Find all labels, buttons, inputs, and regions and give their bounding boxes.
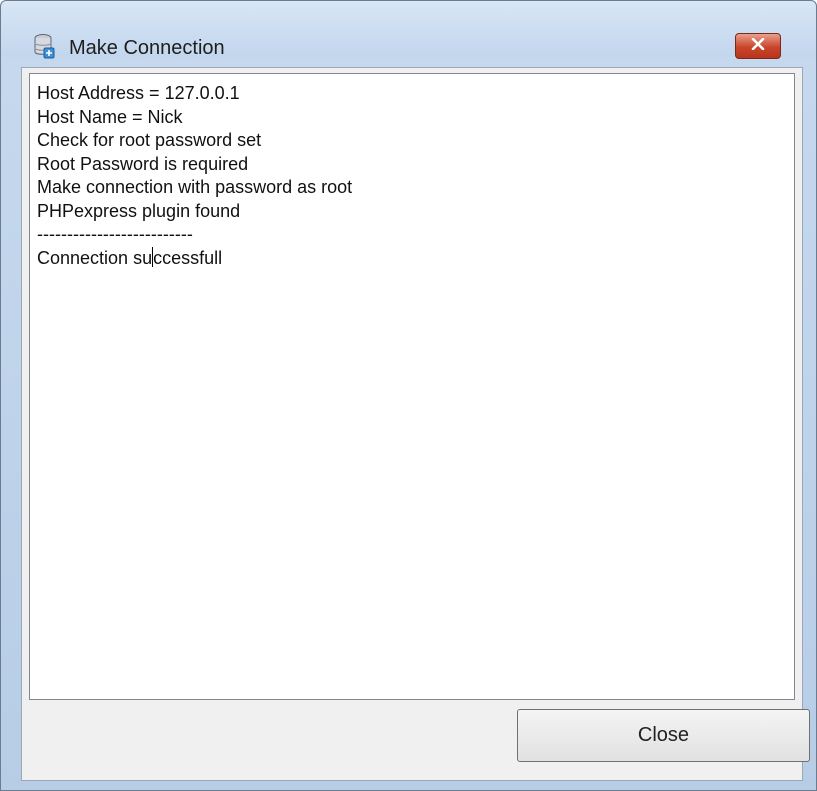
window-close-button[interactable] xyxy=(735,33,781,59)
text-caret xyxy=(152,246,154,267)
log-line-root-required: Root Password is required xyxy=(37,153,249,174)
dialog-client-area: Host Address = 127.0.0.1 Host Name = Nic… xyxy=(21,67,810,781)
log-line-host-name: Host Name = Nick xyxy=(37,106,183,127)
close-icon xyxy=(751,37,765,55)
log-line-separator: -------------------------- xyxy=(37,224,193,244)
log-line-make-connection: Make connection with password as root xyxy=(37,177,353,197)
title-bar[interactable]: Make Connection xyxy=(1,1,816,59)
log-line-check-root: Check for root password set xyxy=(37,130,262,150)
database-connection-icon xyxy=(33,33,55,59)
window-title: Make Connection xyxy=(69,37,225,59)
log-line-connection-result: Connection successfull xyxy=(37,246,794,271)
connection-log[interactable]: Host Address = 127.0.0.1 Host Name = Nic… xyxy=(29,73,795,700)
log-line-host-address: Host Address = 127.0.0.1 xyxy=(37,83,240,103)
make-connection-window: Make Connection Host Address = 127.0.0.1… xyxy=(0,0,817,791)
log-line-plugin-found: PHPexpress plugin found xyxy=(37,200,241,221)
close-button[interactable]: Close xyxy=(517,709,810,762)
log-line-connection-text: Connection successfull xyxy=(37,246,223,268)
